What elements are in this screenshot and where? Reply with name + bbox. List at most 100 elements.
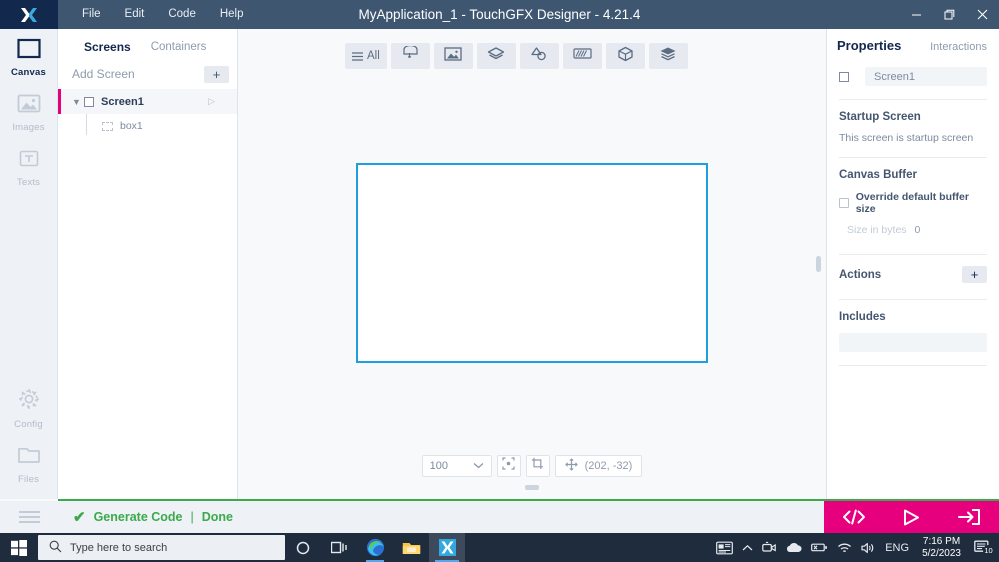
panel-resize-handle[interactable] [816, 256, 821, 272]
toolbar-all-button[interactable]: All [345, 43, 387, 69]
rail-label-texts: Texts [16, 177, 41, 188]
rail-label-canvas: Canvas [11, 67, 46, 78]
hamburger-line [18, 511, 40, 513]
toolbar-shapes-category[interactable] [476, 43, 516, 69]
startup-screen-text: This screen is startup screen [839, 132, 974, 144]
news-weather-icon[interactable] [716, 541, 734, 555]
taskbar-clock[interactable]: 7:16 PM 5/2/2023 [918, 536, 965, 560]
cortana-circle-icon[interactable] [285, 533, 321, 562]
rail-label-files: Files [17, 474, 40, 485]
menu-help[interactable]: Help [208, 0, 256, 29]
file-explorer-icon[interactable] [393, 533, 429, 562]
toolbar-images-category[interactable] [433, 43, 473, 69]
canvas-toolbar: 100 (202, -32) [239, 455, 825, 477]
add-action-button[interactable]: + [962, 266, 987, 283]
tab-interactions[interactable]: Interactions [930, 41, 987, 53]
task-view-icon[interactable] [321, 533, 357, 562]
windows-taskbar: Type here to search ENG 7:16 PM 5/2/2023… [0, 533, 999, 562]
screen1-checkbox-icon[interactable] [84, 96, 94, 107]
screen-visible-checkbox-icon[interactable] [839, 71, 849, 82]
tree-item-label: Screen1 [101, 95, 144, 108]
touchgfx-app-icon[interactable] [429, 533, 465, 562]
device-canvas[interactable] [356, 163, 708, 363]
box-widget-icon [102, 121, 113, 131]
chevron-up-icon[interactable] [742, 544, 753, 552]
windows-start-icon[interactable] [0, 533, 38, 562]
divider [839, 365, 987, 366]
tree-item-screen1[interactable]: ▼ Screen1 ▷ [58, 89, 237, 114]
generate-code-button[interactable]: Generate Code [94, 510, 183, 524]
zoom-level-select[interactable]: 100 [421, 455, 492, 477]
add-screen-button[interactable]: + [204, 65, 229, 83]
crop-canvas-button[interactable] [525, 455, 550, 477]
play-run-icon[interactable] [901, 508, 922, 527]
cube-3d-icon [617, 46, 634, 67]
onedrive-cloud-icon[interactable] [785, 542, 802, 553]
add-screen-row: Add Screen + [58, 59, 237, 89]
size-in-bytes-value[interactable]: 0 [915, 224, 921, 236]
gear-icon [17, 387, 41, 416]
search-input[interactable]: Type here to search [38, 535, 285, 560]
app-logo [0, 0, 58, 29]
hamburger-line [18, 521, 40, 523]
battery-icon[interactable] [811, 542, 828, 553]
rail-item-files[interactable]: Files [0, 436, 58, 499]
edge-browser-icon[interactable] [357, 533, 393, 562]
screen-name-input[interactable]: Screen1 [865, 67, 987, 86]
rail-item-texts[interactable]: Texts [0, 139, 58, 194]
section-title-includes: Includes [839, 311, 886, 323]
touchgfx-designer-window: File Edit Code Help MyApplication_1 - To… [0, 0, 999, 562]
override-buffer-checkbox-icon[interactable] [839, 198, 849, 208]
check-icon: ✔ [73, 509, 86, 526]
language-indicator[interactable]: ENG [885, 542, 909, 554]
center-canvas-button[interactable] [496, 455, 521, 477]
button-widget-icon [402, 44, 419, 66]
status-done-label: Done [201, 510, 233, 524]
rail-item-config[interactable]: Config [0, 378, 58, 436]
add-screen-label: Add Screen [72, 67, 135, 81]
menu-file[interactable]: File [70, 0, 113, 29]
menu-code[interactable]: Code [156, 0, 208, 29]
tab-screens[interactable]: Screens [74, 40, 141, 54]
status-message: ✔ Generate Code | Done [58, 501, 824, 533]
toolbar-3d-category[interactable] [605, 43, 645, 69]
toolbar-drawing-category[interactable] [519, 43, 559, 69]
play-icon[interactable]: ▷ [208, 96, 215, 107]
includes-input[interactable] [839, 333, 987, 352]
system-tray: ENG 7:16 PM 5/2/2023 10 [716, 536, 999, 560]
override-buffer-row[interactable]: Override default buffer size [827, 181, 999, 215]
clock-date: 5/2/2023 [922, 547, 961, 559]
rail-item-canvas[interactable]: Canvas [0, 29, 58, 84]
tab-containers[interactable]: Containers [141, 41, 217, 53]
widget-toolbar: All [239, 29, 825, 69]
close-icon[interactable] [966, 0, 999, 29]
containers-stack-icon [659, 46, 677, 66]
toolbar-buttons-category[interactable] [390, 43, 430, 69]
canvas-resize-handle[interactable] [525, 485, 539, 490]
restore-icon[interactable] [933, 0, 966, 29]
size-in-bytes-row: Size in bytes 0 [827, 215, 999, 236]
actions-row: Actions + [827, 255, 999, 283]
wifi-icon[interactable] [837, 542, 852, 554]
chevron-down-icon [473, 460, 484, 472]
zoom-level-value: 100 [429, 460, 448, 472]
texts-icon [16, 148, 42, 174]
tab-properties[interactable]: Properties [837, 38, 901, 53]
images-icon [16, 93, 42, 119]
hamburger-line [18, 516, 40, 518]
coordinates-display[interactable]: (202, -32) [554, 455, 643, 477]
code-brackets-icon[interactable] [842, 508, 866, 526]
chevron-down-icon[interactable]: ▼ [72, 97, 84, 107]
menu-edit[interactable]: Edit [113, 0, 157, 29]
tree-item-box1[interactable]: box1 [58, 111, 237, 138]
rail-item-images[interactable]: Images [0, 84, 58, 139]
minimize-icon[interactable] [900, 0, 933, 29]
meet-now-icon[interactable] [762, 541, 777, 554]
volume-icon[interactable] [861, 542, 876, 554]
touchgfx-logo-icon [19, 6, 39, 24]
toolbar-progress-category[interactable] [562, 43, 602, 69]
toolbar-containers-category[interactable] [648, 43, 688, 69]
notification-icon[interactable]: 10 [974, 540, 994, 556]
hamburger-icon[interactable] [0, 501, 58, 533]
export-arrow-icon[interactable] [958, 508, 981, 526]
